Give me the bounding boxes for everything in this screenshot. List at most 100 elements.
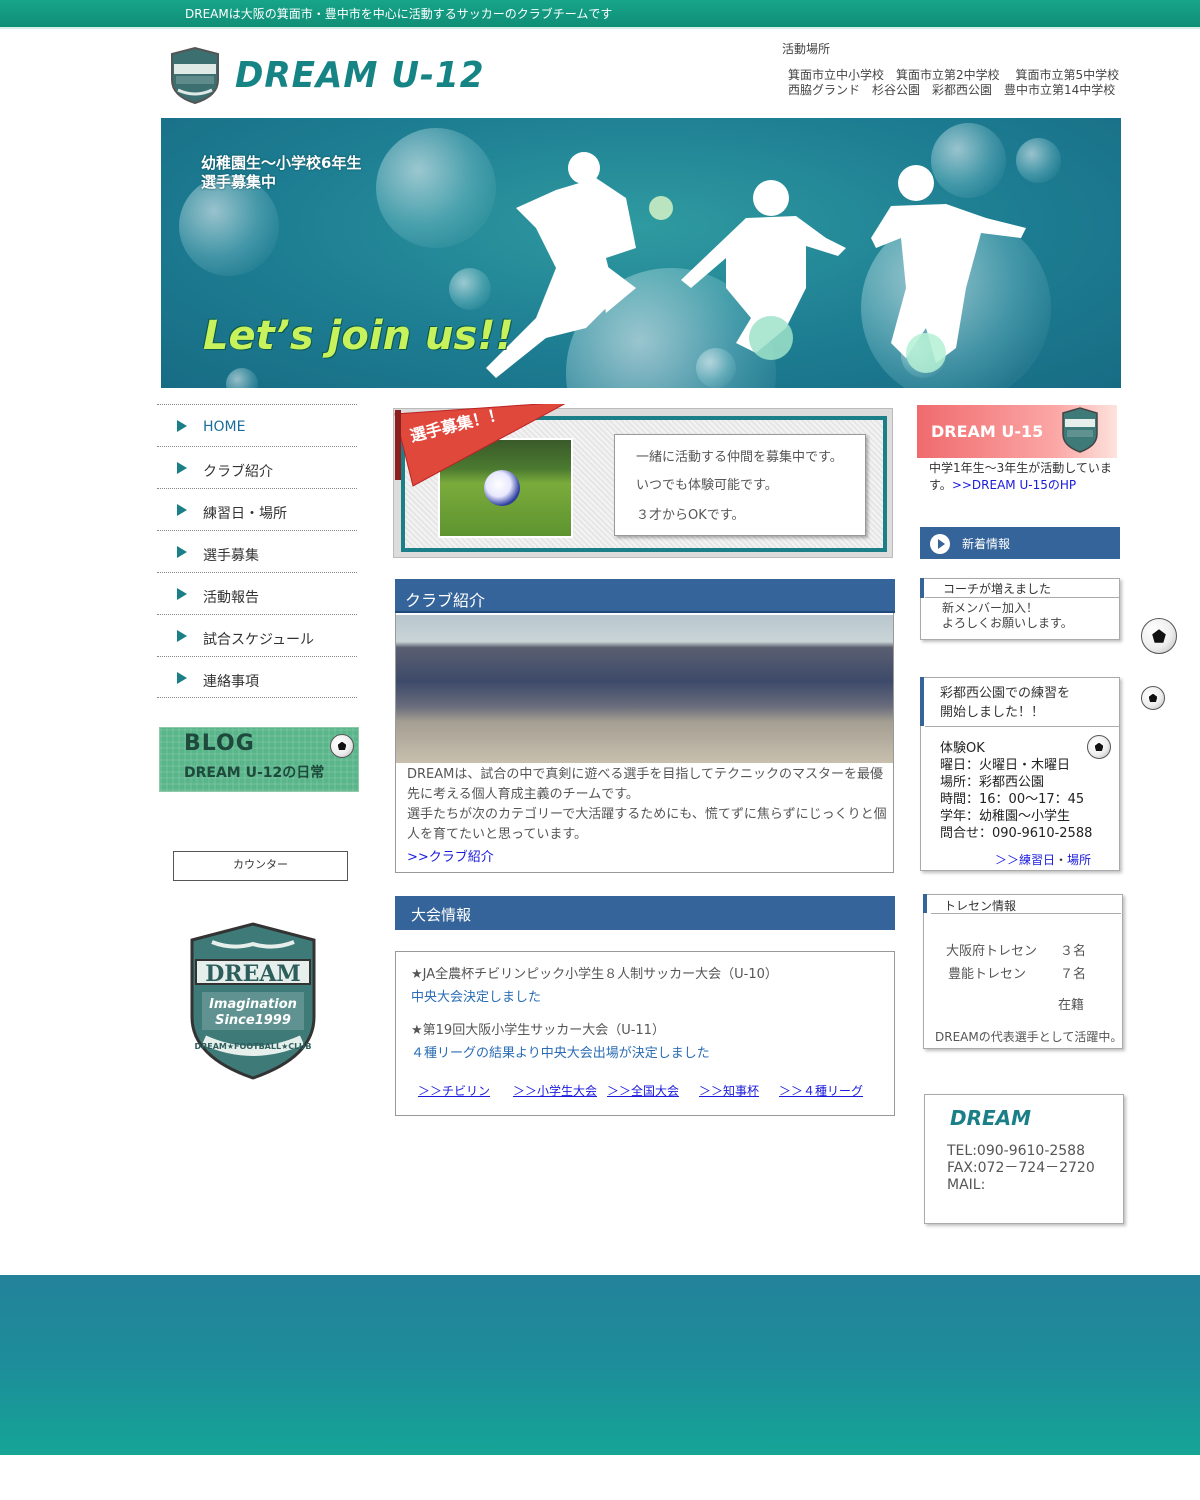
practice-details: 体験OK 曜日：火曜日・木曜日 場所：彩都西公園 時間：16：00～17：45 …	[940, 740, 1092, 842]
nav-item-label: 連絡事項	[203, 674, 259, 690]
u15-description: 中学1年生～3年生が活動しています。>>DREAM U-15のHP	[929, 460, 1119, 494]
practice-line: 体験OK	[940, 741, 985, 756]
card-accent	[920, 578, 924, 598]
nav-item-label: HOME	[203, 419, 246, 435]
tournament-link-league[interactable]: ＞＞４種リーグ	[779, 1082, 863, 1099]
u15-banner-title: DREAM U-15	[931, 422, 1044, 441]
practice-line: 学年：幼稚園～小学生	[940, 809, 1071, 824]
recruit-line: 一緒に活動する仲間を募集中です。	[636, 450, 843, 465]
play-triangle-icon	[938, 539, 945, 549]
contact-fax: FAX:072－724－2720	[947, 1160, 1095, 1176]
triangle-icon	[177, 420, 187, 432]
team-group-photo	[396, 615, 893, 763]
side-nav: HOME クラブ紹介 練習日・場所 選手募集 活動報告 試合スケジュール 連絡事…	[157, 404, 357, 698]
card-accent	[923, 894, 927, 913]
nav-item-practice[interactable]: 練習日・場所	[157, 488, 357, 530]
news-heading: 新着情報	[920, 527, 1120, 559]
news-card-line: よろしくお願いします。	[942, 616, 1073, 630]
club-paragraph: DREAMは、試合の中で真剣に遊べる選手を目指してテクニックのマスターを最優先に…	[407, 767, 883, 802]
practice-link-separator: ・	[1055, 853, 1068, 867]
tresen-title: トレセン情報	[944, 899, 1017, 913]
contact-mail: MAIL:	[947, 1177, 986, 1193]
tournament-link-national[interactable]: ＞＞全国大会	[607, 1082, 679, 1099]
card-accent	[920, 677, 924, 726]
triangle-icon	[177, 504, 187, 516]
hero-banner: 幼稚園生～小学校6年生 選手募集中 Let’s join us!!	[161, 118, 1121, 388]
club-paragraph: 選手たちが次のカテゴリーで大活躍するためにも、慌てずに焦らずにじっくりと個人を育…	[407, 807, 887, 842]
blog-title: BLOG	[184, 731, 255, 756]
nav-item-schedule[interactable]: 試合スケジュール	[157, 614, 357, 656]
players-silhouette	[486, 152, 1026, 378]
news-card-title: コーチが増えました	[943, 582, 1052, 596]
tournament-note: 中央大会決定しました	[411, 990, 542, 1005]
locations-title: 活動場所	[782, 42, 831, 56]
news-card-title-line: 開始しました！！	[940, 705, 1045, 720]
contact-logo: DREAM	[950, 1106, 1032, 1130]
nav-item-home[interactable]: HOME	[157, 404, 357, 446]
club-description: DREAMは、試合の中で真剣に遊べる選手を目指してテクニックのマスターを最優先に…	[407, 765, 887, 845]
nav-item-label: 練習日・場所	[203, 506, 287, 522]
blog-subtitle: DREAM U-12の日常	[184, 765, 325, 781]
card-divider	[925, 597, 1119, 598]
nav-item-club[interactable]: クラブ紹介	[157, 446, 357, 488]
hero-recruit-text: 幼稚園生～小学校6年生 選手募集中	[201, 154, 361, 192]
u15-logo-emblem	[1062, 407, 1098, 453]
club-emblem: DREAM Imagination Since1999 DREAM★FOOTBA…	[190, 922, 316, 1080]
practice-link: ＞＞練習日・場所	[995, 851, 1091, 868]
club-logo-emblem[interactable]	[168, 46, 222, 104]
site-logo-text[interactable]: DREAM U-12	[235, 55, 485, 96]
contact-tel: TEL:090-9610-2588	[947, 1143, 1085, 1159]
emblem-name: DREAM	[205, 961, 301, 987]
tournament-title: ★第19回大阪小学生サッカー大会（U-11）	[411, 1023, 665, 1038]
soccer-ball-icon	[1141, 686, 1165, 710]
emblem-club-name: DREAM★FOOTBALL★CLUB	[194, 1042, 311, 1051]
tresen-label: 豊能トレセン	[948, 967, 1027, 982]
triangle-icon	[177, 672, 187, 684]
contact-details: TEL:090-9610-2588 FAX:072－724－2720 MAIL:	[947, 1143, 1095, 1194]
practice-line: 曜日：火曜日・木曜日	[940, 758, 1071, 773]
hero-recruit-line: 選手募集中	[201, 173, 277, 191]
hero-slogan: Let’s join us!!	[203, 313, 514, 359]
tournament-link-elementary[interactable]: ＞＞小学生大会	[513, 1082, 597, 1099]
nav-item-label: 活動報告	[203, 590, 259, 606]
soccer-ball-icon	[1141, 618, 1177, 654]
news-card-title: 彩都西公園での練習を 開始しました！！	[940, 684, 1070, 722]
tournament-section-heading: 大会情報	[395, 896, 895, 930]
nav-item-recruit[interactable]: 選手募集	[157, 530, 357, 572]
practice-days-link[interactable]: ＞＞練習日	[995, 853, 1055, 867]
practice-place-link[interactable]: 場所	[1067, 853, 1091, 867]
recruit-line: ３才からOKです。	[636, 508, 745, 523]
triangle-icon	[177, 546, 187, 558]
top-divider	[0, 27, 1200, 29]
tresen-count: ３名	[1060, 944, 1087, 959]
news-card-title-line: 彩都西公園での練習を	[940, 686, 1071, 701]
club-section-heading: クラブ紹介	[395, 579, 895, 613]
emblem-motto-2: Since1999	[215, 1013, 291, 1028]
recruit-line: いつでも体験可能です。	[636, 478, 778, 493]
tournament-note: ４種リーグの結果より中央大会出場が決定しました	[411, 1046, 710, 1061]
top-bar: DREAMは大阪の箕面市・豊中市を中心に活動するサッカーのクラブチームです	[0, 0, 1200, 27]
nav-item-report[interactable]: 活動報告	[157, 572, 357, 614]
u15-homepage-link[interactable]: >>DREAM U-15のHP	[952, 478, 1076, 492]
soccer-ball-icon	[330, 734, 354, 758]
news-card-line: 新メンバー加入！	[942, 601, 1039, 615]
tresen-status: 在籍	[1058, 998, 1085, 1013]
card-divider	[925, 726, 1119, 727]
tresen-count: ７名	[1060, 967, 1087, 982]
tournament-link-governor-cup[interactable]: ＞＞知事杯	[699, 1082, 759, 1099]
footer	[0, 1275, 1200, 1455]
nav-item-label: 選手募集	[203, 548, 259, 564]
tournament-title: ★JA全農杯チビリンピック小学生８人制サッカー大会（U-10）	[411, 967, 778, 982]
locations-line: 西脇グランド 杉谷公園 彩都西公園 豊中市立第14中学校	[788, 83, 1116, 97]
triangle-icon	[177, 462, 187, 474]
practice-line: 問合せ：090-9610-2588	[940, 826, 1093, 841]
tresen-label: 大阪府トレセン	[946, 944, 1038, 959]
club-intro-link[interactable]: >>クラブ紹介	[407, 846, 494, 865]
visitor-counter: カウンター	[173, 851, 348, 881]
site-tagline: DREAMは大阪の箕面市・豊中市を中心に活動するサッカーのクラブチームです	[185, 7, 613, 21]
tresen-note: DREAMの代表選手として活躍中。	[935, 1030, 1123, 1044]
practice-line: 場所：彩都西公園	[940, 775, 1045, 790]
triangle-icon	[177, 630, 187, 642]
nav-item-notices[interactable]: 連絡事項	[157, 656, 357, 698]
tournament-link-chibirin[interactable]: ＞＞チビリン	[418, 1082, 490, 1099]
